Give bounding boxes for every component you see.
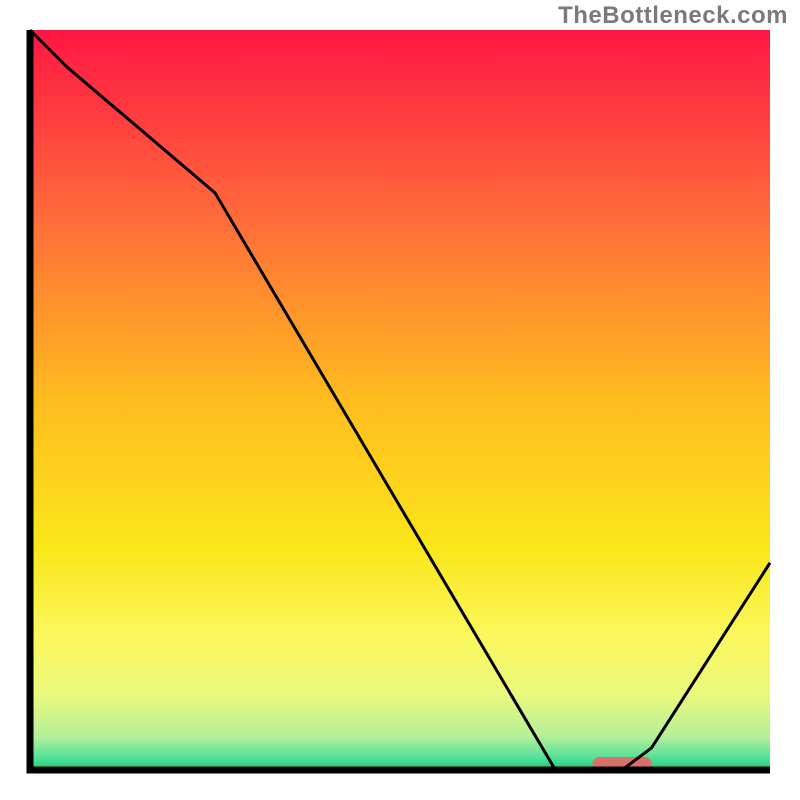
bottleneck-chart xyxy=(0,0,800,800)
plot-background xyxy=(30,30,770,770)
chart-container: TheBottleneck.com xyxy=(0,0,800,800)
watermark-text: TheBottleneck.com xyxy=(558,2,788,30)
